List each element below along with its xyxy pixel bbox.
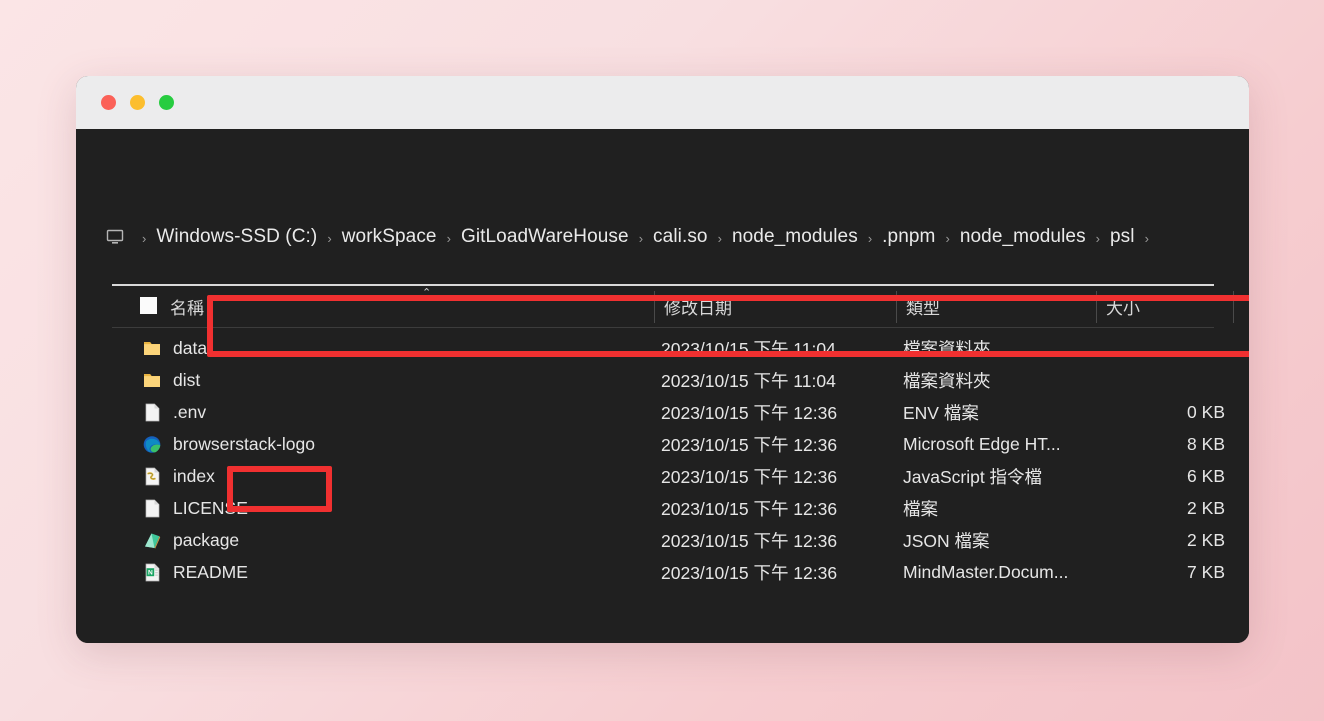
column-header-date[interactable]: 修改日期 bbox=[664, 294, 732, 319]
file-date-cell: 2023/10/15 下午 12:36 bbox=[661, 562, 838, 583]
table-row[interactable]: browserstack-logo 2023/10/15 下午 12:36 Micr… bbox=[112, 428, 1225, 460]
file-date-cell: 2023/10/15 下午 12:36 bbox=[661, 466, 838, 487]
column-divider[interactable] bbox=[1233, 291, 1234, 323]
file-size-cell: 8 KB bbox=[1187, 433, 1225, 454]
breadcrumb-item-3[interactable]: cali.so bbox=[648, 224, 713, 250]
file-name-label: README bbox=[173, 561, 248, 582]
file-size-cell: 6 KB bbox=[1187, 465, 1225, 486]
file-name-cell[interactable]: data bbox=[142, 338, 207, 359]
file-type-cell: JavaScript 指令檔 bbox=[903, 466, 1043, 487]
chevron-right-icon: › bbox=[142, 230, 147, 246]
chevron-right-icon[interactable]: › bbox=[863, 231, 877, 246]
file-list: ⌃ 名稱 修改日期 類型 大小 data 2023/10/15 下午 11:04 檔… bbox=[112, 284, 1234, 588]
file-type-cell: MindMaster.Docum... bbox=[903, 561, 1069, 582]
file-date-cell: 2023/10/15 下午 11:04 bbox=[661, 370, 836, 391]
file-type-cell: 檔案資料夾 bbox=[903, 338, 991, 359]
json-package-icon bbox=[145, 533, 161, 549]
mindmaster-icon: N bbox=[145, 563, 160, 581]
file-name-cell[interactable]: dist bbox=[142, 370, 200, 391]
file-size-cell: 2 KB bbox=[1187, 497, 1225, 518]
chevron-right-icon[interactable]: › bbox=[322, 231, 336, 246]
chevron-right-icon[interactable]: › bbox=[442, 231, 456, 246]
breadcrumb-item-2[interactable]: GitLoadWareHouse bbox=[456, 224, 634, 250]
file-type-cell: Microsoft Edge HT... bbox=[903, 433, 1061, 454]
file-date-cell: 2023/10/15 下午 12:36 bbox=[661, 498, 838, 519]
file-name-cell[interactable]: .env bbox=[142, 402, 206, 423]
table-row[interactable]: data 2023/10/15 下午 11:04 檔案資料夾 bbox=[112, 332, 1214, 364]
table-row[interactable]: LICENSE 2023/10/15 下午 12:36 檔案 2 KB bbox=[112, 492, 1225, 524]
table-row[interactable]: .env 2023/10/15 下午 12:36 ENV 檔案 0 KB bbox=[112, 396, 1225, 428]
folder-icon bbox=[144, 341, 160, 355]
file-type-cell: ENV 檔案 bbox=[903, 402, 979, 423]
column-header-row: ⌃ 名稱 修改日期 類型 大小 bbox=[112, 286, 1234, 328]
file-size-cell: 2 KB bbox=[1187, 529, 1225, 550]
file-name-label: index bbox=[173, 465, 215, 486]
file-name-label: data bbox=[173, 337, 208, 358]
breadcrumb-item-1[interactable]: workSpace bbox=[337, 224, 442, 250]
blank-file-icon bbox=[145, 499, 160, 517]
table-row[interactable]: package 2023/10/15 下午 12:36 JSON 檔案 2 KB bbox=[112, 524, 1225, 556]
maximize-button[interactable] bbox=[159, 95, 174, 110]
folder-icon bbox=[144, 373, 160, 387]
file-date-cell: 2023/10/15 下午 12:36 bbox=[661, 402, 838, 423]
chevron-right-icon[interactable]: › bbox=[1140, 231, 1154, 246]
table-row[interactable]: N README 2023/10/15 下午 12:36 MindMaster.Doc… bbox=[112, 556, 1225, 588]
file-type-cell: 檔案資料夾 bbox=[903, 370, 991, 391]
file-date-cell: 2023/10/15 下午 11:04 bbox=[661, 338, 836, 359]
file-name-cell[interactable]: package bbox=[142, 530, 239, 551]
edge-icon bbox=[143, 435, 161, 453]
window-titlebar bbox=[76, 76, 1249, 129]
breadcrumb-item-7[interactable]: psl bbox=[1105, 224, 1140, 250]
blank-file-icon bbox=[145, 403, 160, 421]
sort-ascending-icon: ⌃ bbox=[422, 287, 432, 299]
column-divider[interactable] bbox=[896, 291, 897, 323]
chevron-right-icon[interactable]: › bbox=[940, 231, 954, 246]
file-type-cell: 檔案 bbox=[903, 498, 938, 519]
file-name-label: browserstack-logo bbox=[173, 433, 315, 454]
explorer-content: › Windows-SSD (C:) › workSpace › GitLoad… bbox=[76, 129, 1249, 643]
chevron-right-icon[interactable]: › bbox=[1091, 231, 1105, 246]
breadcrumb-item-6[interactable]: node_modules bbox=[955, 224, 1091, 250]
file-name-label: .env bbox=[173, 401, 207, 422]
column-divider[interactable] bbox=[1096, 291, 1097, 323]
file-size-cell: 7 KB bbox=[1187, 561, 1225, 582]
table-row[interactable]: dist 2023/10/15 下午 11:04 檔案資料夾 bbox=[112, 364, 1214, 396]
column-header-type[interactable]: 類型 bbox=[906, 294, 940, 319]
file-name-cell[interactable]: browserstack-logo bbox=[142, 434, 315, 455]
minimize-button[interactable] bbox=[130, 95, 145, 110]
breadcrumb-item-4[interactable]: node_modules bbox=[727, 224, 863, 250]
file-name-cell[interactable]: LICENSE bbox=[142, 498, 248, 519]
breadcrumb-item-5[interactable]: .pnpm bbox=[877, 224, 940, 250]
file-size-cell: 0 KB bbox=[1187, 401, 1225, 422]
column-header-name[interactable]: 名稱 bbox=[170, 294, 204, 319]
file-date-cell: 2023/10/15 下午 12:36 bbox=[661, 434, 838, 455]
select-all-checkbox[interactable] bbox=[140, 297, 157, 314]
close-button[interactable] bbox=[101, 95, 116, 110]
column-header-size[interactable]: 大小 bbox=[1106, 294, 1140, 319]
file-name-label: dist bbox=[173, 369, 201, 390]
breadcrumb: › Windows-SSD (C:) › workSpace › GitLoad… bbox=[142, 224, 1154, 250]
chevron-right-icon[interactable]: › bbox=[713, 231, 727, 246]
svg-text:N: N bbox=[148, 569, 153, 576]
file-explorer-window: › Windows-SSD (C:) › workSpace › GitLoad… bbox=[76, 76, 1249, 643]
file-name-cell[interactable]: N README bbox=[142, 562, 248, 583]
chevron-right-icon[interactable]: › bbox=[634, 231, 648, 246]
column-divider[interactable] bbox=[654, 291, 655, 323]
file-rows: data 2023/10/15 下午 11:04 檔案資料夾 dist 2023/10/… bbox=[112, 328, 1225, 588]
address-bar[interactable]: › Windows-SSD (C:) › workSpace › GitLoad… bbox=[76, 214, 1249, 260]
file-name-label: LICENSE bbox=[173, 497, 248, 518]
file-type-cell: JSON 檔案 bbox=[903, 530, 990, 551]
file-name-cell[interactable]: index bbox=[142, 466, 215, 487]
computer-icon bbox=[104, 226, 126, 248]
file-date-cell: 2023/10/15 下午 12:36 bbox=[661, 530, 838, 551]
file-name-label: package bbox=[173, 529, 240, 550]
javascript-icon bbox=[145, 467, 160, 485]
table-row[interactable]: index 2023/10/15 下午 12:36 JavaScript 指令檔 6 … bbox=[112, 460, 1225, 492]
breadcrumb-item-0[interactable]: Windows-SSD (C:) bbox=[151, 224, 322, 250]
